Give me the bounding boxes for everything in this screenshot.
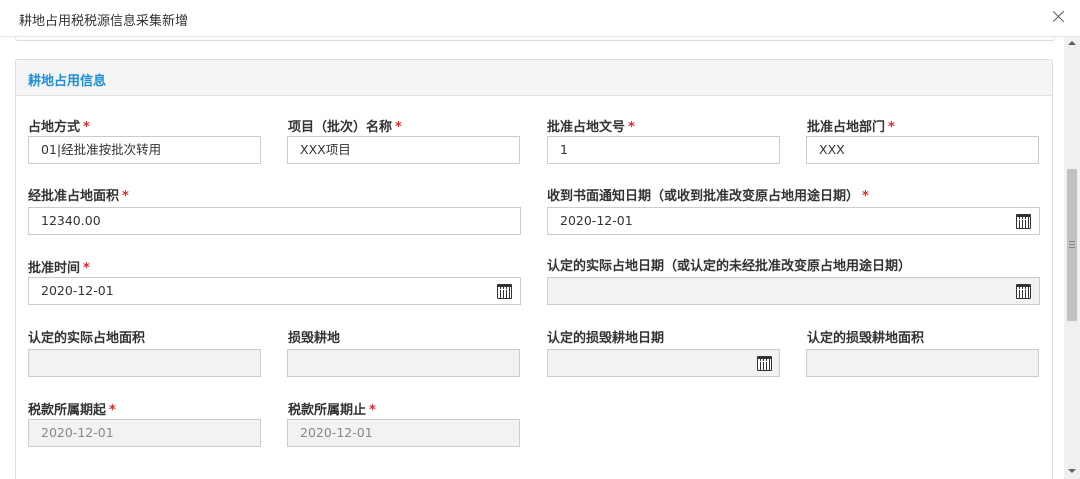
label-damaged-area: 认定的损毁耕地面积: [807, 331, 925, 346]
calendar-icon[interactable]: [757, 356, 772, 371]
actual-area-field[interactable]: [28, 349, 261, 377]
dialog-content: 耕地占用信息 占地方式 * 01|经批准按批次转用 项目（批次）名称 * XXX项目…: [0, 37, 1064, 479]
dialog-title: 耕地占用税税源信息采集新增: [19, 14, 189, 29]
approved-area-field[interactable]: 12340.00: [28, 207, 521, 235]
label-tax-period-start: 税款所属期起 *: [28, 403, 116, 418]
required-mark: *: [628, 120, 635, 135]
label-approval-time: 批准时间 *: [28, 261, 90, 276]
calendar-icon[interactable]: [1016, 284, 1031, 299]
damaged-land-field[interactable]: [287, 349, 520, 377]
required-mark: *: [369, 403, 376, 418]
label-actual-area: 认定的实际占地面积: [28, 331, 146, 346]
close-icon[interactable]: [1050, 8, 1068, 26]
required-mark: *: [122, 189, 129, 204]
tax-period-start-field[interactable]: 2020-12-01: [28, 419, 261, 447]
project-name-field[interactable]: XXX项目: [287, 136, 520, 164]
scroll-thumb[interactable]: [1067, 169, 1077, 321]
approval-dept-field[interactable]: XXX: [806, 136, 1039, 164]
approval-doc-no-field[interactable]: 1: [547, 136, 780, 164]
previous-section-edge: [15, 37, 1055, 41]
label-approval-doc-no: 批准占地文号 *: [547, 120, 635, 135]
damage-date-field[interactable]: [547, 349, 780, 377]
approval-time-field[interactable]: 2020-12-01: [28, 277, 521, 305]
required-mark: *: [395, 120, 402, 135]
label-approval-dept: 批准占地部门 *: [807, 120, 895, 135]
scroll-down-arrow-icon[interactable]: [1068, 469, 1076, 473]
section-title: 耕地占用信息: [28, 74, 107, 89]
required-mark: *: [83, 120, 90, 135]
label-actual-occupation-date: 认定的实际占地日期（或认定的未经批准改变原占地用途日期）: [547, 259, 912, 274]
label-notice-date: 收到书面通知日期（或收到批准改变原占地用途日期） *: [547, 189, 869, 204]
grip-line: [1069, 247, 1075, 248]
damaged-area-field[interactable]: [806, 349, 1039, 377]
occupation-method-field[interactable]: 01|经批准按批次转用: [28, 136, 261, 164]
required-mark: *: [888, 120, 895, 135]
notice-date-field[interactable]: 2020-12-01: [547, 207, 1040, 235]
grip-line: [1069, 244, 1075, 245]
required-mark: *: [862, 189, 869, 204]
tax-period-end-field[interactable]: 2020-12-01: [287, 419, 520, 447]
label-approved-area: 经批准占地面积 *: [28, 189, 129, 204]
label-damage-date: 认定的损毁耕地日期: [547, 331, 665, 346]
label-occupation-method: 占地方式 *: [28, 120, 90, 135]
calendar-icon[interactable]: [1016, 214, 1031, 229]
grip-line: [1069, 241, 1075, 242]
section-farmland-occupation: 耕地占用信息 占地方式 * 01|经批准按批次转用 项目（批次）名称 * XXX项目…: [15, 59, 1053, 479]
scroll-up-arrow-icon[interactable]: [1068, 41, 1076, 45]
required-mark: *: [109, 403, 116, 418]
required-mark: *: [83, 261, 90, 276]
notice-date-value: 2020-12-01: [560, 213, 633, 228]
calendar-icon[interactable]: [497, 284, 512, 299]
vertical-scrollbar[interactable]: [1064, 37, 1080, 479]
approval-time-value: 2020-12-01: [41, 283, 114, 298]
label-damaged-land: 损毁耕地: [288, 331, 341, 346]
dialog-titlebar: 耕地占用税税源信息采集新增: [0, 0, 1080, 37]
label-project-name: 项目（批次）名称 *: [288, 120, 402, 135]
label-tax-period-end: 税款所属期止 *: [288, 403, 376, 418]
section-header: 耕地占用信息: [16, 60, 1052, 96]
actual-occupation-date-field[interactable]: [547, 277, 1040, 305]
